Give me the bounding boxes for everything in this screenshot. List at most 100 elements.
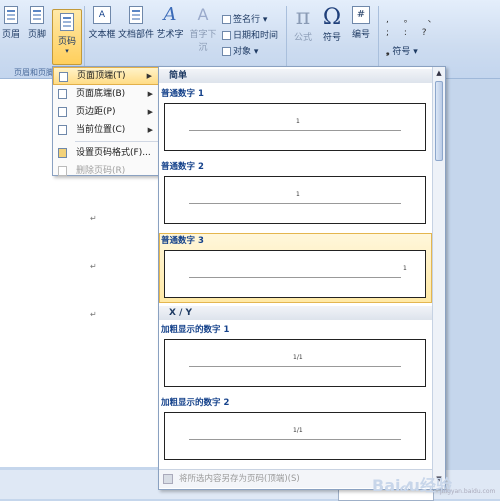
equation-button[interactable]: π 公式 (290, 5, 316, 44)
header-line (189, 203, 401, 204)
textbox-icon: A (93, 6, 111, 24)
format-page-number-icon (58, 148, 67, 158)
drop-cap-button[interactable]: A 首字下沉 (186, 5, 220, 54)
signature-line-button[interactable]: 签名行 ▾ (222, 12, 267, 25)
menu-item-bottom-of-page[interactable]: 页面底端(B) ▶ (53, 85, 159, 103)
page-number-preview: 1/1 (293, 354, 303, 361)
gallery-item-plain-number-1[interactable]: 1 (164, 103, 426, 151)
page-bottom-icon (58, 89, 67, 99)
page-number-preview: 1 (403, 265, 407, 272)
header-line (189, 277, 401, 278)
object-label: 对象 (233, 47, 252, 57)
menu-item-current-position[interactable]: 当前位置(C) ▶ (53, 121, 159, 139)
chevron-down-icon: ▾ (65, 47, 69, 55)
gallery-item-bold-number-2[interactable]: 1/1 (164, 412, 426, 460)
header-line (189, 130, 401, 131)
wordart-button[interactable]: A 艺术字 (156, 4, 184, 41)
menu-separator (75, 141, 159, 142)
gallery-item-title: 加粗显示的数字 2 (161, 398, 230, 408)
textbox-button[interactable]: A 文本框 (88, 6, 116, 40)
menu-item-label: 页面顶端(T) (77, 71, 126, 81)
menu-item-label: 删除页码(R) (76, 166, 126, 176)
menu-item-top-of-page[interactable]: 页面顶端(T) ▶ (53, 67, 159, 85)
number-icon: # (352, 6, 370, 24)
footer-button[interactable]: 页脚 (24, 6, 50, 40)
gallery-section-header: X / Y (159, 306, 432, 320)
symbol-label: 符号 (322, 33, 341, 43)
current-position-icon (58, 125, 67, 135)
gallery-item-plain-number-3[interactable]: 1 (164, 250, 426, 298)
header-button[interactable]: 页眉 (0, 6, 22, 40)
chevron-right-icon: ▶ (146, 72, 152, 80)
header-line (189, 439, 401, 440)
chevron-right-icon: ▶ (147, 126, 153, 134)
gallery-item-bold-number-1[interactable]: 1/1 (164, 339, 426, 387)
quick-parts-button[interactable]: 文档部件 (118, 6, 154, 40)
drop-cap-label: 首字下沉 (189, 30, 217, 53)
group-separator (84, 6, 85, 74)
save-icon (163, 473, 173, 484)
number-button[interactable]: # 编号 (348, 6, 374, 40)
signature-icon (222, 15, 231, 24)
footer-label: 页脚 (27, 30, 46, 40)
menu-item-format-page-numbers[interactable]: 设置页码格式(F)... (53, 144, 159, 162)
chevron-down-icon: ▾ (413, 47, 418, 57)
chevron-down-icon: ▾ (253, 47, 259, 57)
date-time-button[interactable]: 日期和时间 (222, 28, 278, 41)
pi-icon: π (295, 5, 311, 30)
header-line (189, 366, 401, 367)
object-icon (222, 47, 231, 56)
page-margin-icon (58, 107, 67, 117)
wordart-label: 艺术字 (156, 30, 184, 40)
menu-item-page-margins[interactable]: 页边距(P) ▶ (53, 103, 159, 121)
drop-cap-icon: A (197, 5, 209, 24)
menu-item-label: 页边距(P) (76, 107, 116, 117)
page-number-button[interactable]: 页码 ▾ (52, 9, 82, 65)
gallery-item-plain-number-2[interactable]: 1 (164, 176, 426, 224)
scrollbar-thumb[interactable] (435, 81, 443, 161)
special-chars-row-1: , 。 、 (386, 15, 443, 25)
gallery-item-title: 加粗显示的数字 1 (161, 325, 230, 335)
page-number-icon (60, 13, 74, 31)
scroll-up-icon[interactable]: ▲ (434, 69, 444, 79)
symbol-button[interactable]: Ω 符号 (320, 5, 344, 44)
signature-line-label: 签名行 (233, 15, 261, 25)
save-selection-label: 将所选内容另存为页码(顶端)(S) (179, 474, 300, 484)
special-symbol-button[interactable]: ❟ 符号 ▾ (386, 44, 418, 57)
page-number-gallery: 简单 普通数字 1 1 普通数字 2 1 普通数字 3 1 X / Y 加粗显示… (158, 66, 446, 490)
quick-parts-icon (129, 6, 143, 24)
chevron-down-icon: ▾ (262, 15, 268, 25)
remove-page-number-icon (58, 166, 67, 176)
special-symbol-label: 符号 (392, 47, 411, 57)
page-number-preview: 1/1 (293, 427, 303, 434)
wordart-icon: A (163, 4, 177, 25)
paragraph-mark: ↵ (90, 214, 97, 223)
date-time-label: 日期和时间 (233, 31, 279, 41)
chevron-right-icon: ▶ (147, 90, 153, 98)
gallery-item-title: 普通数字 3 (161, 236, 204, 246)
omega-icon: Ω (322, 5, 342, 30)
group-label-header-footer: 页眉和页脚 (14, 68, 54, 77)
chevron-right-icon: ▶ (147, 108, 153, 116)
group-separator (378, 6, 379, 74)
page-number-preview: 1 (296, 191, 300, 198)
page-top-icon (59, 72, 68, 82)
menu-item-remove-page-numbers: 删除页码(R) (53, 162, 159, 180)
group-separator (286, 6, 287, 74)
object-button[interactable]: 对象 ▾ (222, 44, 258, 57)
paragraph-mark: ↵ (90, 310, 97, 319)
header-label: 页眉 (1, 30, 20, 40)
section-label: 简单 (169, 71, 188, 81)
quick-parts-label: 文档部件 (118, 30, 155, 40)
page-number-preview: 1 (296, 118, 300, 125)
paragraph-mark: ↵ (90, 262, 97, 271)
menu-item-label: 设置页码格式(F)... (76, 148, 151, 158)
gallery-section-header: 简单 (159, 69, 432, 83)
gallery-scrollbar[interactable]: ▲ ▼ (432, 67, 445, 489)
footer-icon (30, 6, 44, 24)
number-label: 编号 (351, 30, 370, 40)
menu-item-label: 当前位置(C) (76, 125, 126, 135)
textbox-label: 文本框 (88, 30, 116, 40)
calendar-icon (222, 31, 231, 40)
equation-label: 公式 (293, 33, 312, 43)
